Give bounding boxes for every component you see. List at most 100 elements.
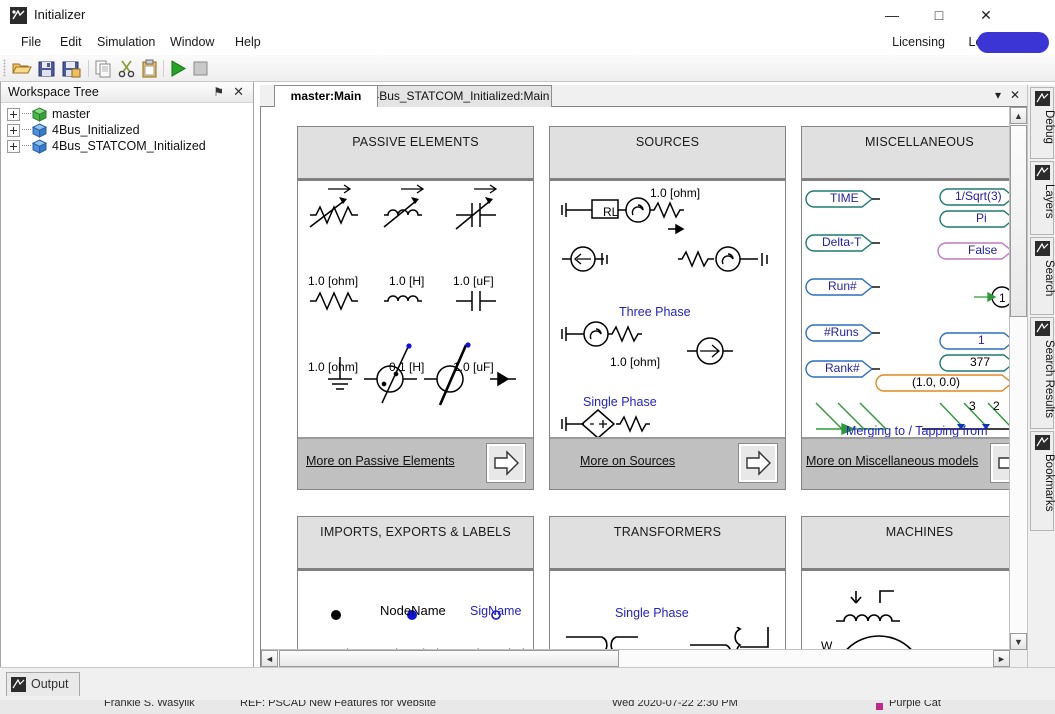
side-tab-search[interactable]: Search bbox=[1030, 237, 1055, 315]
side-tab-search-results[interactable]: Search Results bbox=[1030, 317, 1055, 429]
cube-icon bbox=[32, 122, 47, 138]
tag-const-one: 1 bbox=[978, 333, 985, 347]
strip-col-2: REF: PSCAD New Features for Website bbox=[240, 700, 437, 709]
panel-imports-exports-labels[interactable]: IMPORTS, EXPORTS & LABELS NodeName SigNa… bbox=[297, 516, 534, 651]
scroll-up-button[interactable]: ▲ bbox=[1010, 107, 1027, 124]
paste-icon[interactable] bbox=[139, 58, 160, 79]
tag-delta-t: Delta-T bbox=[822, 235, 862, 249]
output-tab[interactable]: Output bbox=[6, 672, 80, 696]
save-icon[interactable] bbox=[36, 58, 57, 79]
panel-sources[interactable]: SOURCES RL 1.0 [ohm] Three Phase 1.0 [oh… bbox=[549, 126, 786, 490]
minimize-button[interactable]: — bbox=[869, 0, 915, 30]
panel-header: MACHINES bbox=[802, 517, 1011, 571]
tab-4bus-statcom[interactable]: 4Bus_STATCOM_Initialized:Main bbox=[370, 85, 552, 107]
panel-passive-elements[interactable]: PASSIVE ELEMENTS 1.0 [ohm] 1.0 [H] 1.0 [… bbox=[297, 126, 534, 490]
more-on-miscellaneous-link[interactable]: More on Miscellaneous models bbox=[806, 454, 978, 468]
panel-machines[interactable]: MACHINES Ef If W bbox=[801, 516, 1011, 651]
panel-header: PASSIVE ELEMENTS bbox=[298, 127, 533, 181]
more-on-sources-link[interactable]: More on Sources bbox=[580, 454, 675, 468]
array-caption-line1: Merging to / Tapping from bbox=[846, 424, 988, 438]
label-node-name: NodeName bbox=[380, 603, 446, 618]
workspace-tree-header: Workspace Tree ⚑ ✕ bbox=[1, 82, 253, 103]
expander-icon[interactable] bbox=[7, 139, 20, 153]
more-on-passive-elements-link[interactable]: More on Passive Elements bbox=[306, 454, 455, 468]
panel-title: IMPORTS, EXPORTS & LABELS bbox=[320, 525, 511, 539]
tree-item-master[interactable]: master bbox=[7, 106, 90, 122]
panel-transformers[interactable]: TRANSFORMERS Single Phase bbox=[549, 516, 786, 651]
panel-title: SOURCES bbox=[635, 135, 700, 149]
scroll-left-button[interactable]: ◄ bbox=[261, 650, 278, 667]
title-bar: Initializer — □ ✕ bbox=[0, 0, 1055, 30]
tree-item-4bus-statcom-initialized[interactable]: 4Bus_STATCOM_Initialized bbox=[7, 138, 206, 154]
editor-tab-strip: master:Main 4Bus_STATCOM_Initialized:Mai… bbox=[260, 85, 1028, 107]
stop-icon[interactable] bbox=[190, 58, 211, 79]
close-button[interactable]: ✕ bbox=[963, 0, 1009, 30]
canvas-vertical-scrollbar[interactable]: ▲ ▼ bbox=[1009, 107, 1027, 650]
side-tab-label: Search bbox=[1043, 260, 1055, 297]
side-tab-layers[interactable]: Layers bbox=[1030, 161, 1055, 235]
schematic-canvas-frame: PASSIVE ELEMENTS 1.0 [ohm] 1.0 [H] 1.0 [… bbox=[260, 106, 1028, 668]
panel-footer: More on Sources bbox=[550, 437, 785, 489]
passive-symbols bbox=[309, 184, 516, 406]
schematic-canvas[interactable]: PASSIVE ELEMENTS 1.0 [ohm] 1.0 [H] 1.0 [… bbox=[261, 107, 1011, 651]
copy-icon[interactable] bbox=[93, 58, 114, 79]
maximize-button[interactable]: □ bbox=[916, 0, 962, 30]
arrow-right-icon[interactable] bbox=[486, 443, 526, 483]
menu-file[interactable]: File bbox=[12, 30, 50, 55]
tag-const-377: 377 bbox=[970, 355, 991, 369]
cube-icon bbox=[32, 106, 47, 122]
label-inductor: 0.1 [H] bbox=[389, 360, 425, 374]
pin-icon[interactable]: ⚑ bbox=[213, 85, 224, 99]
arrow-right-icon[interactable] bbox=[990, 443, 1011, 483]
right-tool-tabs: Debug Layers Search Search Results Bookm… bbox=[1027, 85, 1055, 668]
label-single-phase: Single Phase bbox=[583, 395, 657, 409]
label-capacitor: 1.0 [uF] bbox=[453, 360, 494, 374]
label-three-phase: Three Phase bbox=[619, 305, 691, 319]
scroll-down-button[interactable]: ▼ bbox=[1010, 633, 1027, 650]
label-sig-name: SigName bbox=[470, 604, 522, 618]
tree-item-4bus-initialized[interactable]: 4Bus_Initialized bbox=[7, 122, 140, 138]
tag-inv-sqrt3: 1/Sqrt(3) bbox=[955, 189, 1002, 203]
tag-complex-const: (1.0, 0.0) bbox=[912, 375, 961, 389]
tab-master-main[interactable]: master:Main bbox=[274, 85, 378, 107]
arrow-right-icon[interactable] bbox=[738, 443, 778, 483]
transformer-symbols bbox=[566, 627, 769, 651]
panel-miscellaneous[interactable]: MISCELLANEOUS TIME Delta-T Run# #Runs Ra… bbox=[801, 126, 1011, 490]
tree-item-label: 4Bus_Initialized bbox=[52, 123, 140, 137]
close-icon[interactable]: ✕ bbox=[233, 84, 244, 100]
tab-dropdown-icon[interactable]: ▾ bbox=[995, 88, 1001, 102]
run-icon[interactable] bbox=[167, 58, 188, 79]
cube-icon bbox=[32, 138, 47, 154]
menu-edit[interactable]: Edit bbox=[51, 30, 91, 55]
strip-col-4: Purple Cat bbox=[889, 700, 941, 709]
cut-icon[interactable] bbox=[116, 58, 137, 79]
tag-pi: Pi bbox=[976, 211, 987, 225]
strip-col-1: Frankie S. Wasylik bbox=[104, 700, 195, 709]
menu-help[interactable]: Help bbox=[226, 30, 270, 55]
user-account-pill[interactable] bbox=[977, 32, 1049, 53]
save-as-icon[interactable] bbox=[61, 58, 82, 79]
toolbar-grip[interactable] bbox=[3, 59, 6, 77]
open-icon[interactable] bbox=[11, 58, 32, 79]
strip-color-swatch bbox=[876, 703, 883, 710]
menu-window[interactable]: Window bbox=[161, 30, 223, 55]
tree-connector bbox=[22, 145, 31, 147]
window-title: Initializer bbox=[34, 7, 86, 22]
expander-icon[interactable] bbox=[7, 123, 20, 137]
expander-icon[interactable] bbox=[7, 107, 20, 121]
tab-close-icon[interactable]: ✕ bbox=[1010, 88, 1020, 102]
horizontal-scroll-thumb[interactable] bbox=[279, 650, 619, 667]
label-var-inductor: 1.0 [H] bbox=[389, 274, 425, 288]
side-tab-label: Debug bbox=[1043, 110, 1055, 144]
menu-simulation[interactable]: Simulation bbox=[88, 30, 164, 55]
tree-item-label: 4Bus_STATCOM_Initialized bbox=[52, 139, 206, 153]
vertical-scroll-thumb[interactable] bbox=[1010, 125, 1027, 317]
scroll-right-button[interactable]: ► bbox=[993, 650, 1010, 667]
tag-const-one-circle: 1 bbox=[999, 291, 1006, 305]
side-tab-debug[interactable]: Debug bbox=[1030, 87, 1055, 159]
side-tab-bookmarks[interactable]: Bookmarks bbox=[1030, 431, 1055, 531]
workspace-tree-panel: Workspace Tree ⚑ ✕ master 4Bus_Initializ… bbox=[0, 82, 254, 668]
licensing-link[interactable]: Licensing bbox=[892, 30, 945, 55]
tag-num-runs: #Runs bbox=[824, 325, 859, 339]
canvas-horizontal-scrollbar[interactable]: ◄ ► bbox=[261, 649, 1010, 667]
